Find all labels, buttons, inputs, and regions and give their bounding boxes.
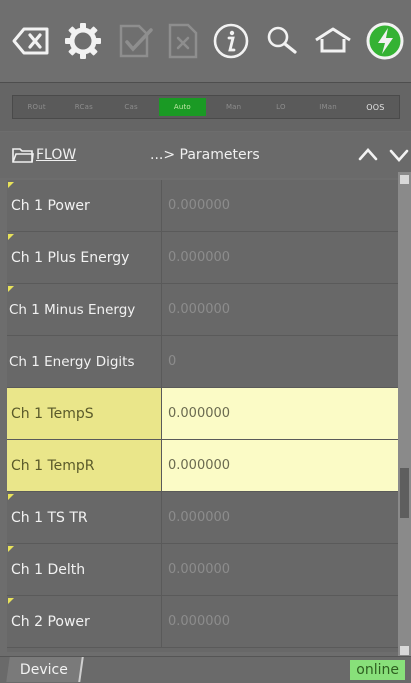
flag-icon xyxy=(8,546,14,552)
parameter-name: Ch 1 Energy Digits xyxy=(7,336,162,387)
mode-oos[interactable]: OOS xyxy=(352,96,399,118)
chevron-down-icon[interactable] xyxy=(388,144,410,166)
parameter-value[interactable]: 0.000000 xyxy=(162,440,398,491)
table-row[interactable]: Ch 1 TempS 0.000000 xyxy=(7,388,398,440)
table-row[interactable]: Ch 1 Energy Digits 0 xyxy=(7,336,398,388)
parameter-value[interactable]: 0.000000 xyxy=(162,232,398,283)
parameter-name: Ch 1 Plus Energy xyxy=(7,232,162,283)
table-row[interactable]: Ch 1 TS TR 0.000000 xyxy=(7,492,398,544)
parameter-name: Ch 2 Power xyxy=(7,596,162,647)
mode-man[interactable]: Man xyxy=(210,96,257,118)
flag-icon xyxy=(8,182,14,188)
mode-rcas[interactable]: RCas xyxy=(60,96,107,118)
mode-bar: ROut RCas Cas Auto Man LO IMan OOS xyxy=(0,83,411,131)
parameter-value[interactable]: 0.000000 xyxy=(162,180,398,231)
toolbar xyxy=(0,0,411,83)
status-badge: online xyxy=(350,660,405,680)
mode-lo[interactable]: LO xyxy=(257,96,304,118)
chevron-up-icon[interactable] xyxy=(357,144,379,166)
table-row[interactable]: Ch 1 Minus Energy 0.000000 xyxy=(7,284,398,336)
flag-icon xyxy=(8,286,14,292)
mode-auto[interactable]: Auto xyxy=(158,98,206,116)
mode-rout[interactable]: ROut xyxy=(13,96,60,118)
power-icon[interactable] xyxy=(362,18,408,64)
backspace-icon[interactable] xyxy=(8,18,54,64)
flag-icon xyxy=(8,598,14,604)
parameter-table: Ch 1 Power 0.000000 Ch 1 Plus Energy 0.0… xyxy=(7,180,398,652)
info-icon[interactable] xyxy=(208,18,254,64)
checklist-icon[interactable] xyxy=(112,18,158,64)
scrollbar[interactable] xyxy=(398,172,411,658)
parameter-value[interactable]: 0.000000 xyxy=(162,492,398,543)
search-icon[interactable] xyxy=(259,18,305,64)
table-row[interactable]: Ch 2 Power 0.000000 xyxy=(7,596,398,648)
mode-cas[interactable]: Cas xyxy=(108,96,155,118)
scroll-up-icon[interactable] xyxy=(400,175,409,184)
parameter-name: Ch 1 Delth xyxy=(7,544,162,595)
parameter-name: Ch 1 TempS xyxy=(7,388,162,439)
scrollbar-thumb[interactable] xyxy=(400,468,409,518)
parameter-value[interactable]: 0.000000 xyxy=(162,596,398,647)
breadcrumb-root-link[interactable]: FLOW xyxy=(36,147,76,163)
tab-device[interactable]: Device xyxy=(6,657,84,682)
parameter-name: Ch 1 TempR xyxy=(7,440,162,491)
parameter-name: Ch 1 Power xyxy=(7,180,162,231)
document-x-icon[interactable] xyxy=(160,18,206,64)
parameter-value[interactable]: 0.000000 xyxy=(162,544,398,595)
footer: Device online xyxy=(0,656,411,683)
folder-icon xyxy=(12,148,34,163)
flag-icon xyxy=(8,494,14,500)
scroll-down-icon[interactable] xyxy=(400,646,409,655)
parameter-name: Ch 1 Minus Energy xyxy=(7,284,162,335)
gear-icon[interactable] xyxy=(60,18,106,64)
flag-icon xyxy=(8,234,14,240)
table-row[interactable]: Ch 1 Power 0.000000 xyxy=(7,180,398,232)
parameter-value[interactable]: 0.000000 xyxy=(162,388,398,439)
table-row[interactable]: Ch 1 TempR 0.000000 xyxy=(7,440,398,492)
table-row[interactable]: Ch 1 Delth 0.000000 xyxy=(7,544,398,596)
parameter-value[interactable]: 0.000000 xyxy=(162,284,398,335)
parameter-name: Ch 1 TS TR xyxy=(7,492,162,543)
mode-iman[interactable]: IMan xyxy=(305,96,352,118)
home-icon[interactable] xyxy=(310,18,356,64)
table-row[interactable]: Ch 1 Plus Energy 0.000000 xyxy=(7,232,398,284)
breadcrumb: FLOW ...> Parameters xyxy=(0,132,411,178)
parameter-value[interactable]: 0 xyxy=(162,336,398,387)
mode-selector: ROut RCas Cas Auto Man LO IMan OOS xyxy=(12,95,400,119)
tab-device-label: Device xyxy=(20,661,68,678)
breadcrumb-current: ...> Parameters xyxy=(150,147,260,163)
